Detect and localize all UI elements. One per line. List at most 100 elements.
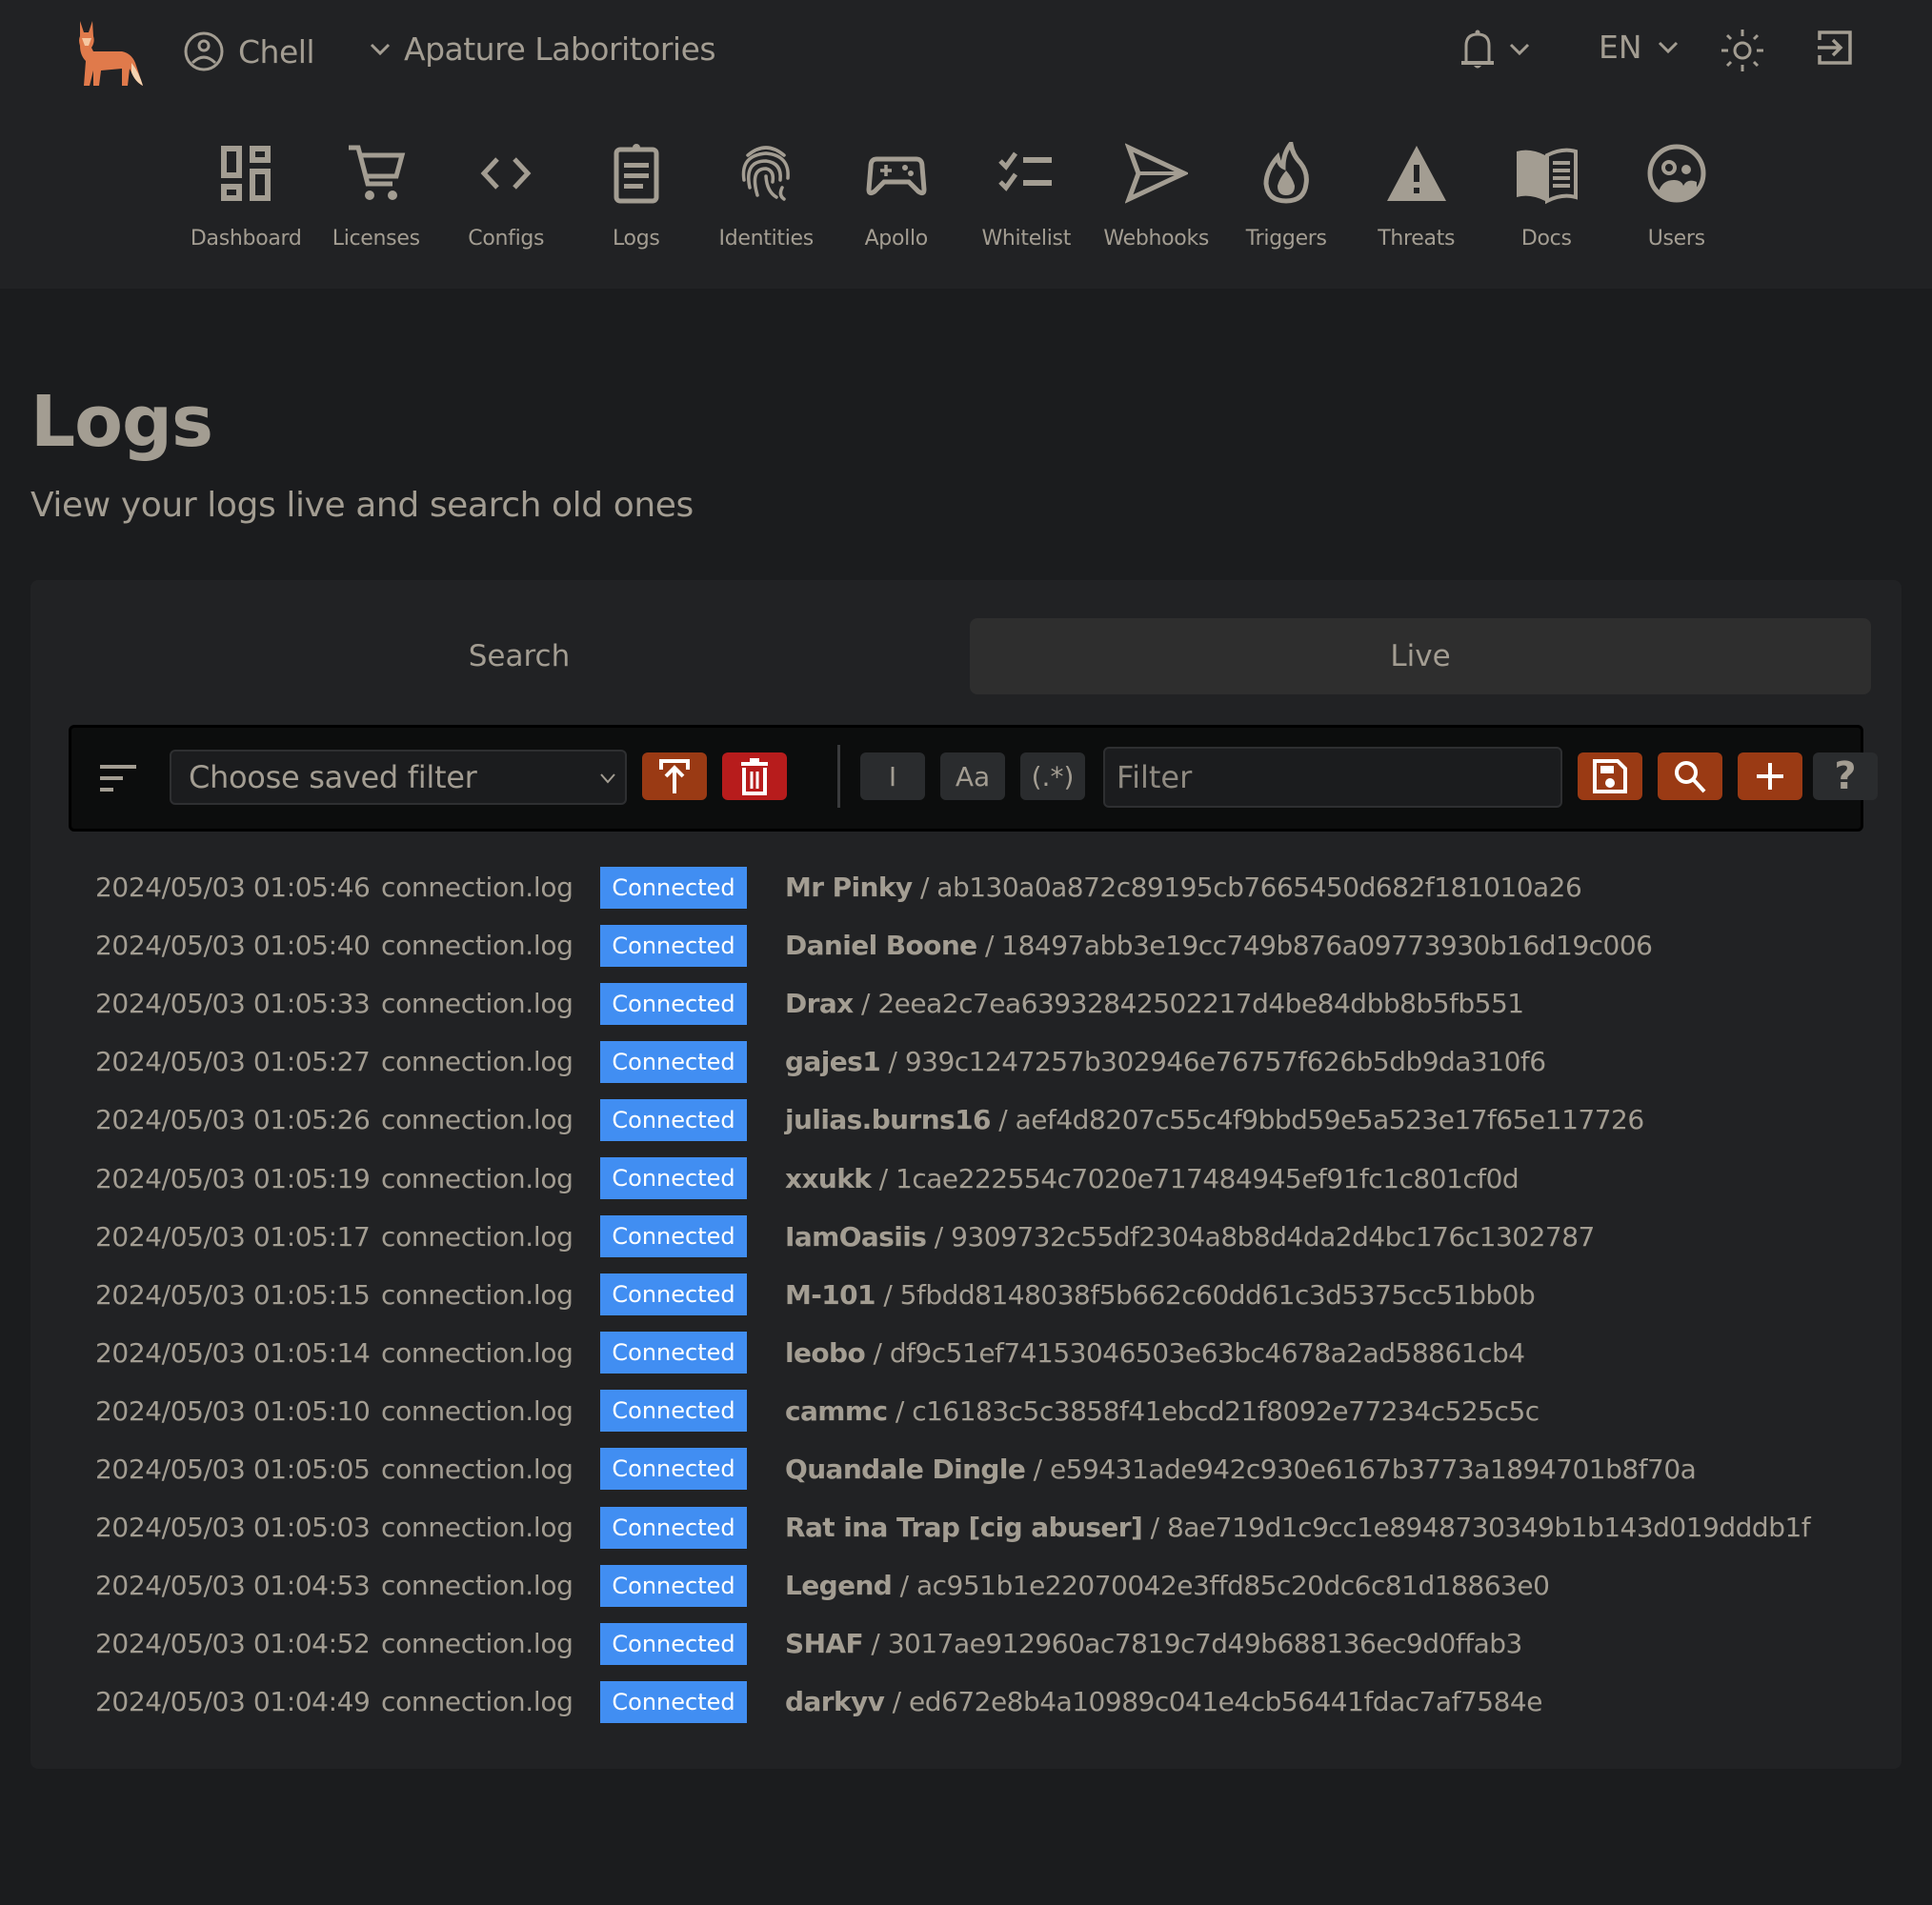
add-filter-button[interactable]	[1738, 752, 1802, 800]
filter-input[interactable]	[1103, 747, 1562, 808]
help-button[interactable]: ?	[1813, 752, 1878, 800]
log-row[interactable]: 2024/05/03 01:05:10 connection.log Conne…	[95, 1382, 1858, 1440]
saved-filter-select[interactable]: Choose saved filter	[170, 750, 627, 805]
log-hash: 5fbdd8148038f5b662c60dd61c3d5375cc51bb0b	[899, 1278, 1536, 1311]
tab-live[interactable]: Live	[970, 618, 1871, 694]
saved-filter-placeholder: Choose saved filter	[189, 759, 477, 795]
status-badge: Connected	[600, 1680, 747, 1723]
status-badge: Connected	[600, 1215, 747, 1258]
log-row[interactable]: 2024/05/03 01:05:19 connection.log Conne…	[95, 1149, 1858, 1207]
log-row[interactable]: 2024/05/03 01:05:05 connection.log Conne…	[95, 1440, 1858, 1498]
log-row[interactable]: 2024/05/03 01:04:52 connection.log Conne…	[95, 1614, 1858, 1673]
log-user: Daniel Boone	[785, 930, 977, 962]
nav-item-identities[interactable]: Identities	[701, 133, 832, 251]
clipboard-icon	[614, 144, 659, 204]
log-row[interactable]: 2024/05/03 01:05:03 connection.log Conne…	[95, 1498, 1858, 1556]
search-button[interactable]	[1658, 752, 1722, 800]
top-bar: Chell Apature Laboritories EN	[0, 0, 1932, 105]
log-row[interactable]: 2024/05/03 01:05:40 connection.log Conne…	[95, 916, 1858, 974]
nav-item-triggers[interactable]: Triggers	[1221, 133, 1352, 251]
log-message: IamOasiis / 9309732c55df2304a8b8d4da2d4b…	[785, 1220, 1595, 1253]
load-filter-button[interactable]	[642, 752, 707, 800]
log-timestamp: 2024/05/03 01:05:14	[95, 1336, 371, 1369]
log-user: xxukk	[785, 1162, 872, 1194]
theme-toggle[interactable]	[1721, 29, 1764, 72]
log-row[interactable]: 2024/05/03 01:05:26 connection.log Conne…	[95, 1091, 1858, 1149]
log-row[interactable]: 2024/05/03 01:05:17 connection.log Conne…	[95, 1208, 1858, 1266]
nav-label: Webhooks	[1103, 227, 1210, 251]
nav-item-licenses[interactable]: Licenses	[312, 133, 442, 251]
log-row[interactable]: 2024/05/03 01:05:46 connection.log Conne…	[95, 858, 1858, 916]
log-timestamp: 2024/05/03 01:05:19	[95, 1162, 371, 1194]
log-file: connection.log	[381, 988, 574, 1020]
status-badge: Connected	[600, 1564, 747, 1607]
log-file: connection.log	[381, 1220, 574, 1253]
nav-label: Apollo	[864, 227, 929, 251]
logout-icon	[1818, 30, 1852, 65]
org-selector[interactable]: Apature Laboritories	[366, 30, 716, 68]
log-row[interactable]: 2024/05/03 01:05:15 connection.log Conne…	[95, 1266, 1858, 1324]
log-timestamp: 2024/05/03 01:05:15	[95, 1278, 371, 1311]
log-message: Drax / 2eea2c7ea63932842502217d4be84dbb8…	[785, 988, 1524, 1020]
user-menu[interactable]: Chell	[183, 30, 315, 72]
log-hash: aef4d8207c55c4f9bbd59e5a523e17f65e117726	[1015, 1104, 1645, 1136]
language-selector[interactable]: EN	[1599, 29, 1680, 66]
nav-label: Triggers	[1245, 227, 1327, 251]
plus-icon	[1757, 763, 1783, 790]
log-hash: e59431ade942c930e6167b3773a1894701b8f70a	[1049, 1453, 1697, 1485]
save-filter-button[interactable]	[1578, 752, 1642, 800]
case-sensitive-toggle[interactable]: Aa	[940, 752, 1005, 800]
log-file: connection.log	[381, 1046, 574, 1078]
tab-search[interactable]: Search	[69, 618, 970, 694]
nav-item-docs[interactable]: Docs	[1481, 133, 1612, 251]
notifications-button[interactable]	[1461, 29, 1532, 70]
nav-item-logs[interactable]: Logs	[572, 133, 702, 251]
log-row[interactable]: 2024/05/03 01:05:14 connection.log Conne…	[95, 1324, 1858, 1382]
nav-item-users[interactable]: Users	[1612, 133, 1742, 251]
nav-item-whitelist[interactable]: Whitelist	[961, 133, 1092, 251]
log-file: connection.log	[381, 930, 574, 962]
nav-item-webhooks[interactable]: Webhooks	[1092, 133, 1222, 251]
log-row[interactable]: 2024/05/03 01:05:27 connection.log Conne…	[95, 1033, 1858, 1091]
log-file: connection.log	[381, 1336, 574, 1369]
log-file: connection.log	[381, 1278, 574, 1311]
regex-toggle[interactable]: (.*)	[1020, 752, 1085, 800]
log-timestamp: 2024/05/03 01:05:33	[95, 988, 371, 1020]
app-header: Chell Apature Laboritories EN Dashboard …	[0, 0, 1932, 289]
status-badge: Connected	[600, 1448, 747, 1491]
users-icon	[1647, 144, 1706, 203]
sort-icon[interactable]	[100, 761, 138, 795]
flame-icon	[1263, 142, 1310, 204]
log-hash: df9c51ef74153046503e63bc4678a2ad58861cb4	[889, 1336, 1525, 1369]
log-user: Legend	[785, 1570, 893, 1602]
fox-logo[interactable]	[72, 19, 149, 90]
status-badge: Connected	[600, 866, 747, 909]
status-badge: Connected	[600, 1332, 747, 1374]
log-file: connection.log	[381, 1512, 574, 1544]
log-file: connection.log	[381, 1628, 574, 1660]
page-title: Logs	[30, 381, 213, 463]
delete-filter-button[interactable]	[722, 752, 787, 800]
upload-icon	[659, 759, 690, 793]
log-file: connection.log	[381, 1162, 574, 1194]
book-icon	[1517, 148, 1579, 205]
nav-item-apollo[interactable]: Apollo	[832, 133, 962, 251]
log-file: connection.log	[381, 1394, 574, 1427]
log-row[interactable]: 2024/05/03 01:05:33 connection.log Conne…	[95, 974, 1858, 1033]
nav-item-configs[interactable]: Configs	[441, 133, 572, 251]
user-circle-icon	[184, 31, 224, 71]
log-hash: c16183c5c3858f41ebcd21f8092e77234c525c5c	[912, 1394, 1540, 1427]
log-user: IamOasiis	[785, 1220, 927, 1253]
log-row[interactable]: 2024/05/03 01:04:49 connection.log Conne…	[95, 1673, 1858, 1731]
logout-button[interactable]	[1816, 29, 1854, 67]
log-user: Mr Pinky	[785, 872, 913, 904]
nav-item-dashboard[interactable]: Dashboard	[181, 133, 312, 251]
nav-item-threats[interactable]: Threats	[1352, 133, 1482, 251]
bell-icon	[1461, 30, 1494, 69]
logs-card: Search Live Choose saved filter I Aa (.*…	[30, 580, 1902, 1769]
log-row[interactable]: 2024/05/03 01:04:53 connection.log Conne…	[95, 1556, 1858, 1614]
chevron-down-icon	[1509, 43, 1530, 56]
log-file: connection.log	[381, 1453, 574, 1485]
cursor-toggle[interactable]: I	[860, 752, 925, 800]
code-icon	[480, 157, 532, 190]
